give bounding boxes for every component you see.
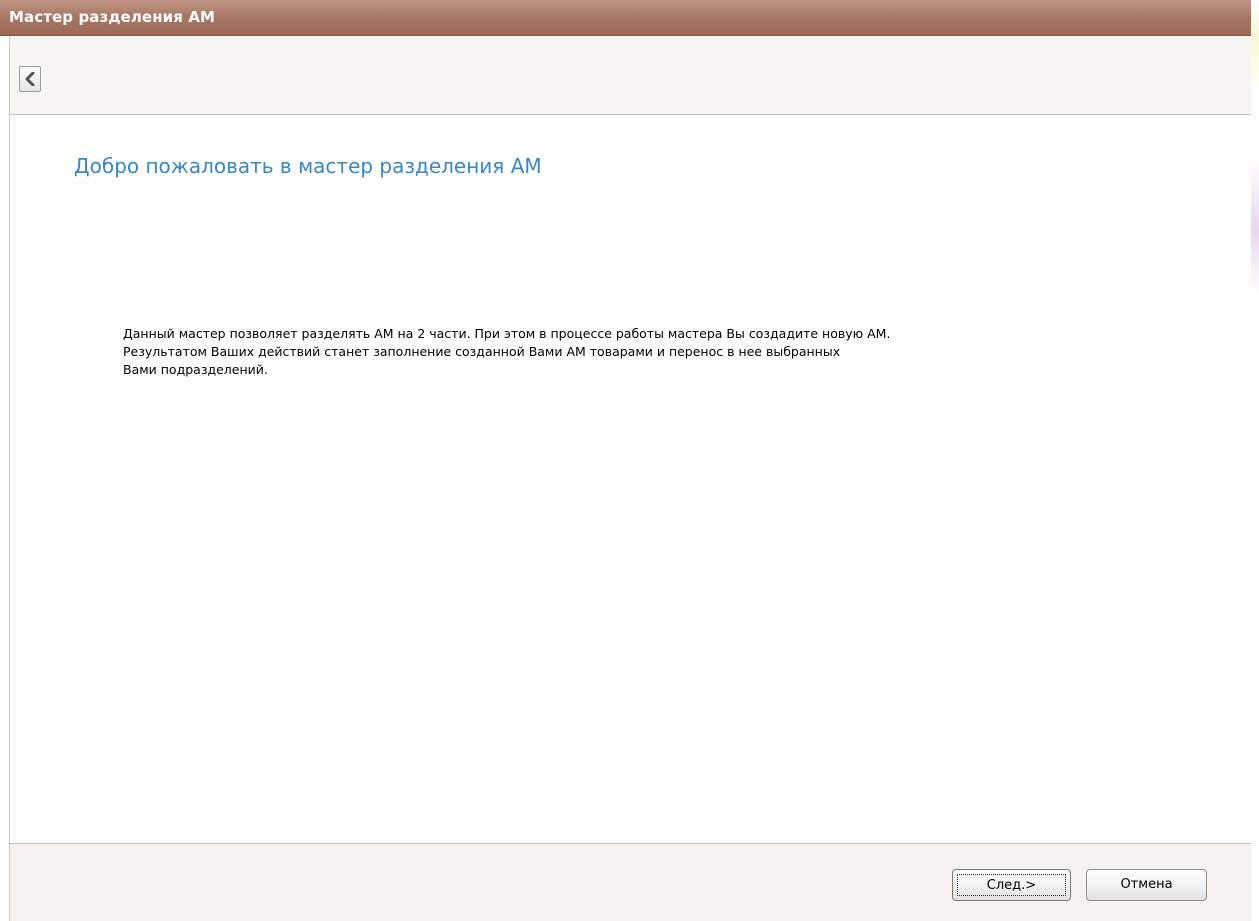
content-panel (9, 116, 1251, 843)
description: Данный мастер позволяет разделять АМ на … (123, 325, 890, 379)
window-title: Мастер разделения АМ (9, 8, 216, 26)
back-button[interactable] (19, 66, 41, 92)
toolbar (9, 36, 1251, 115)
description-line: Данный мастер позволяет разделять АМ на … (123, 326, 891, 341)
title-bar: Мастер разделения АМ (0, 0, 1251, 36)
chevron-left-icon (25, 72, 35, 86)
description-line: Результатом Ваших действий станет заполн… (123, 344, 841, 359)
next-button-label: След.> (957, 874, 1066, 896)
next-button[interactable]: След.> (952, 869, 1071, 901)
cancel-button[interactable]: Отмена (1086, 869, 1207, 901)
page-title: Добро пожаловать в мастер разделения АМ (74, 154, 542, 178)
description-line: Вами подразделений. (123, 362, 268, 377)
background-edge (1251, 0, 1259, 921)
wizard-window: Мастер разделения АМ Добро пожаловать в … (0, 0, 1259, 921)
